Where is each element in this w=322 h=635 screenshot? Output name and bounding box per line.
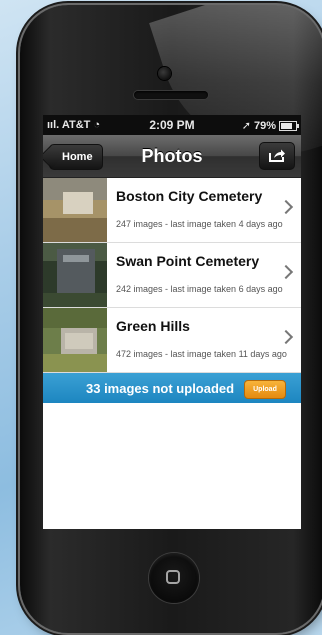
front-camera <box>158 67 171 80</box>
battery-icon <box>279 120 299 131</box>
home-square-icon <box>166 570 180 584</box>
battery-percent: 79% <box>253 119 276 132</box>
list-item[interactable]: Swan Point Cemetery 242 images - last im… <box>43 243 301 308</box>
list-item[interactable]: Green Hills 472 images - last image take… <box>43 308 301 373</box>
upload-banner: 33 images not uploaded Upload <box>43 373 301 403</box>
cemetery-list: Boston City Cemetery 247 images - last i… <box>43 178 301 373</box>
battery-indicator: ➚ 79% <box>241 119 299 132</box>
chevron-right-icon <box>278 264 294 280</box>
cemetery-thumbnail <box>43 178 107 242</box>
cemetery-name: Green Hills <box>116 318 190 334</box>
cemetery-detail: 242 images - last image taken 6 days ago <box>116 284 283 294</box>
pending-upload-text: 33 images not uploaded <box>86 381 235 396</box>
share-icon <box>269 149 285 162</box>
cemetery-detail: 472 images - last image taken 11 days ag… <box>116 349 287 359</box>
status-bar: ııl. AT&T ◔ 2:09 PM ➚ 79% <box>43 115 301 135</box>
app-screen: ııl. AT&T ◔ 2:09 PM ➚ 79% Home Photos Bo… <box>43 115 301 529</box>
upload-button[interactable]: Upload <box>244 380 286 399</box>
cemetery-name: Swan Point Cemetery <box>116 253 260 269</box>
earpiece-speaker <box>134 91 208 99</box>
navigation-bar: Home Photos <box>43 135 301 178</box>
home-button[interactable] <box>149 553 199 603</box>
chevron-right-icon <box>278 329 294 345</box>
chevron-right-icon <box>278 199 294 215</box>
cemetery-detail: 247 images - last image taken 4 days ago <box>116 219 283 229</box>
location-arrow-icon: ➚ <box>241 120 251 132</box>
cemetery-thumbnail <box>43 308 107 372</box>
cemetery-name: Boston City Cemetery <box>116 188 263 204</box>
phone-frame: ııl. AT&T ◔ 2:09 PM ➚ 79% Home Photos Bo… <box>20 5 322 633</box>
cemetery-thumbnail <box>43 243 107 307</box>
share-button[interactable] <box>259 142 295 170</box>
list-item[interactable]: Boston City Cemetery 247 images - last i… <box>43 178 301 243</box>
